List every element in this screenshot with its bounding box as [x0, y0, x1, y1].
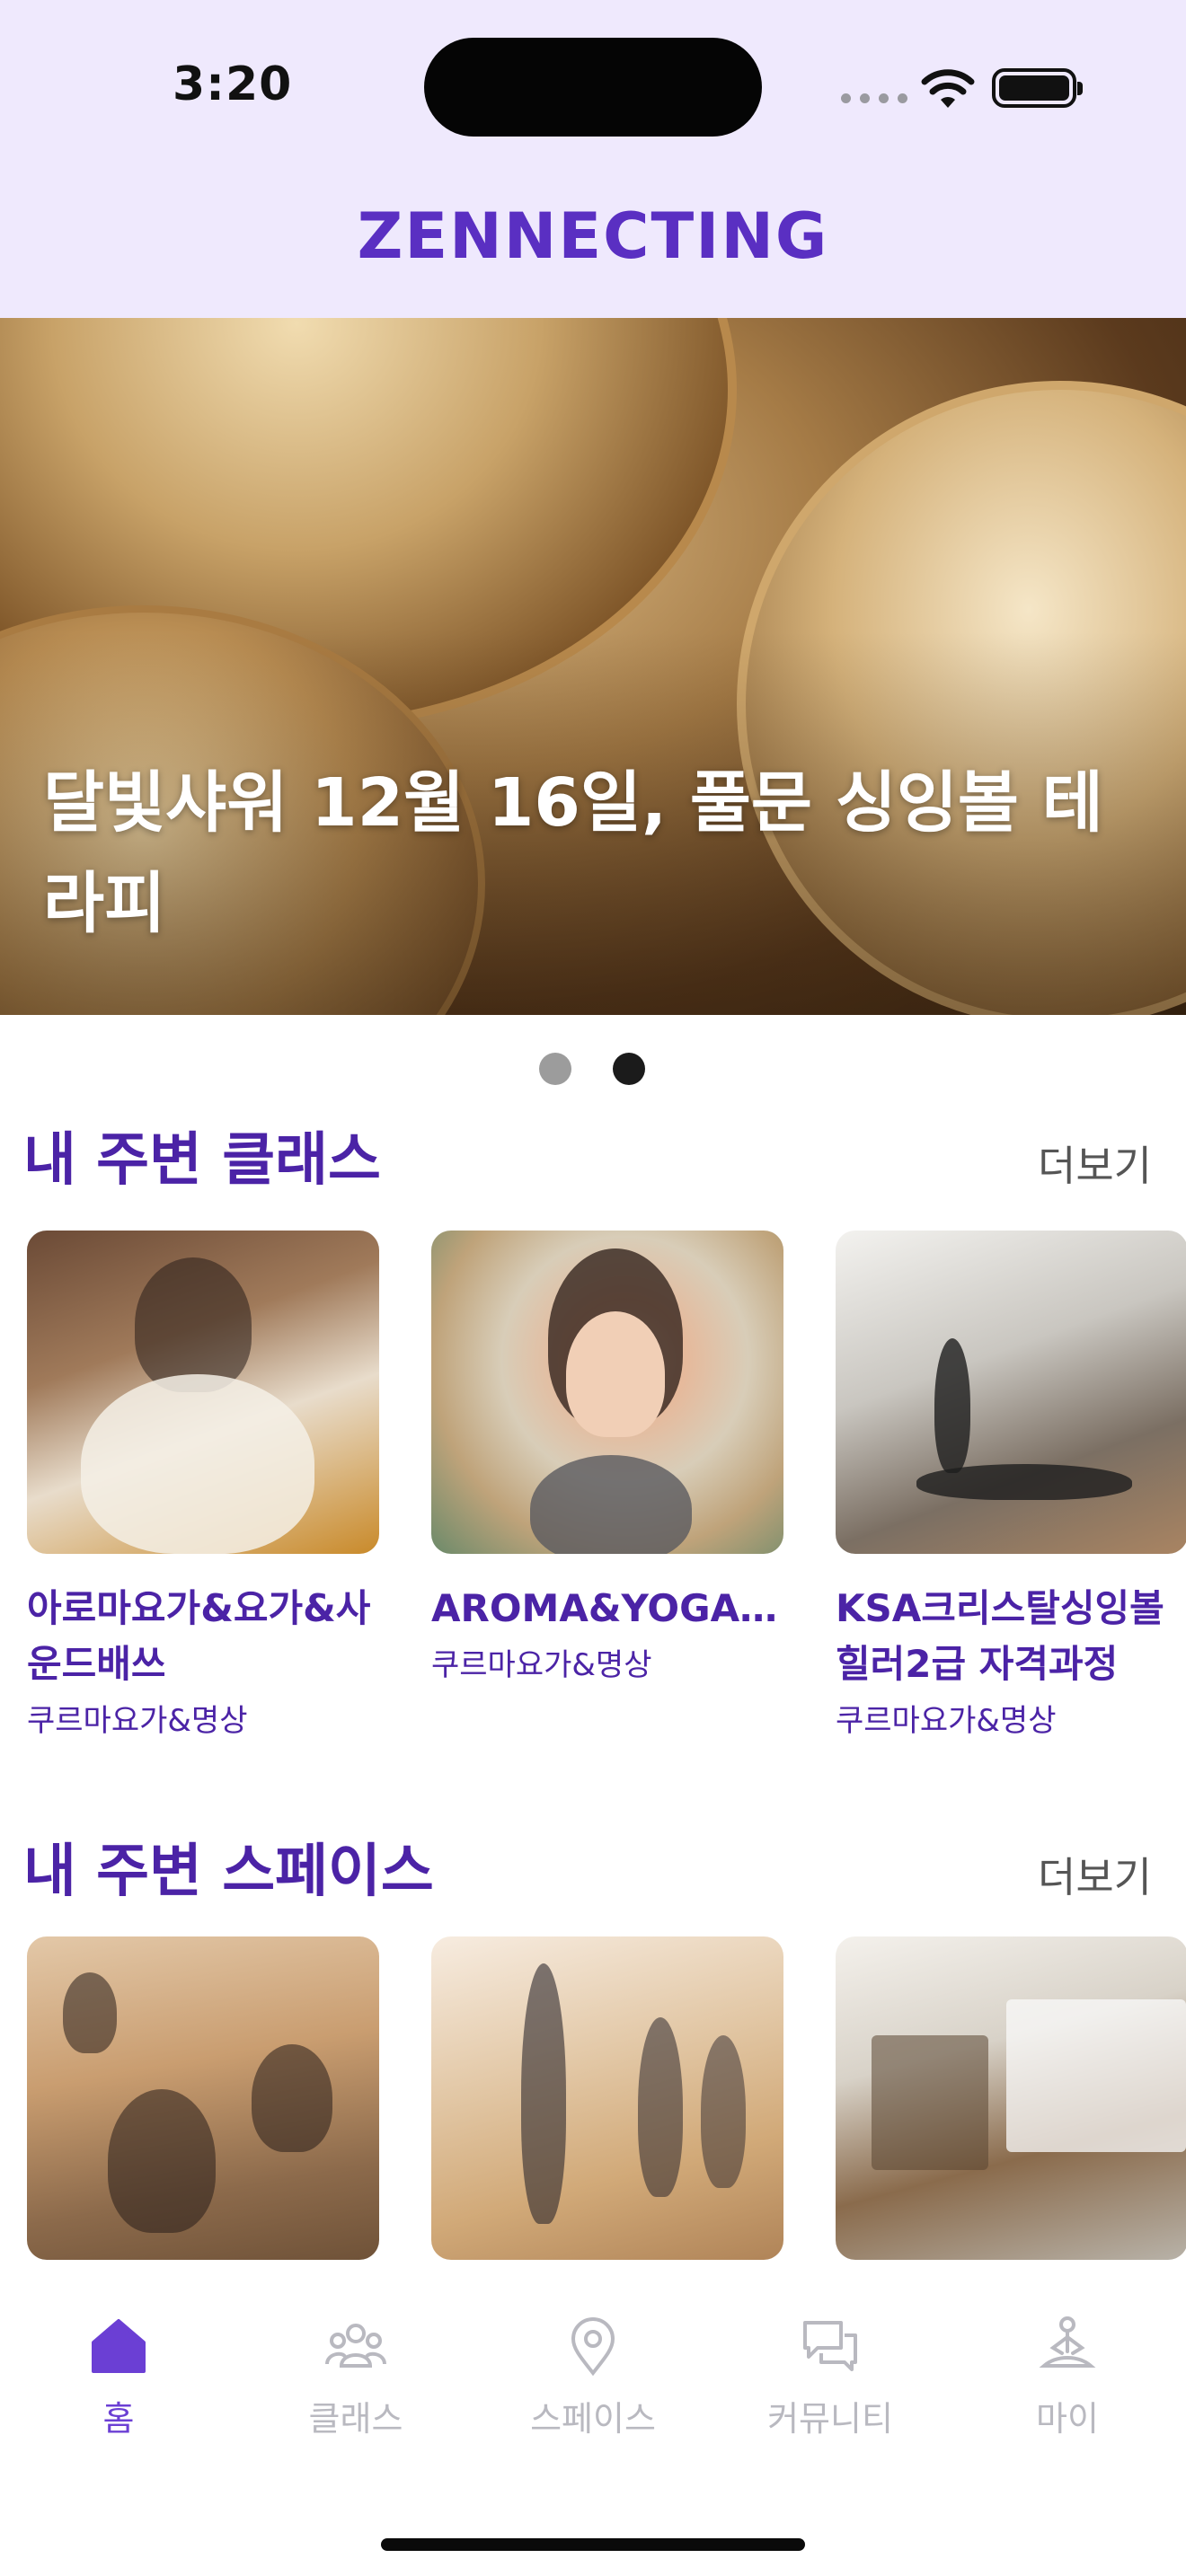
- class-card-title: 아로마요가&요가&사운드배쓰: [27, 1586, 371, 1686]
- tab-label: 커뮤니티: [767, 2399, 893, 2439]
- space-thumbnail: [27, 1936, 379, 2260]
- carousel-pager: [539, 1053, 645, 1085]
- app-header: 3:20 ZENNECTING: [0, 0, 1186, 318]
- pager-dot-1[interactable]: [539, 1053, 571, 1085]
- meditation-person-icon: [1039, 2316, 1096, 2368]
- classes-more-link[interactable]: 더보기: [1038, 1134, 1152, 1193]
- chat-bubbles-icon: [803, 2321, 857, 2371]
- people-icon: [325, 2324, 386, 2368]
- tab-spaces[interactable]: 스페이스: [503, 2314, 683, 2440]
- tab-home[interactable]: 홈: [29, 2314, 208, 2440]
- home-indicator[interactable]: [381, 2538, 805, 2551]
- class-card[interactable]: 아로마요가&요가&사운드배쓰 쿠르마요가&명상: [27, 1231, 379, 1740]
- space-thumbnail: [431, 1936, 783, 2260]
- space-card[interactable]: [431, 1936, 783, 2260]
- dynamic-island: [424, 38, 762, 137]
- tab-classes[interactable]: 클래스: [266, 2314, 446, 2440]
- cellular-signal-icon: [841, 93, 907, 103]
- tab-community[interactable]: 커뮤니티: [740, 2314, 920, 2440]
- pager-dot-2[interactable]: [613, 1053, 645, 1085]
- class-thumbnail: [431, 1231, 783, 1554]
- class-card-subtitle: 쿠르마요가&명상: [27, 1703, 248, 1739]
- hero-title: 달빛샤워 12월 16일, 풀문 싱잉볼 테라피: [43, 764, 1103, 942]
- tab-label: 클래스: [308, 2399, 403, 2439]
- bottom-tab-bar: 홈 클래스 스페이스 커뮤니티 마이: [0, 2281, 1186, 2576]
- space-card[interactable]: [27, 1936, 379, 2260]
- tab-label: 홈: [102, 2399, 135, 2439]
- home-icon: [92, 2319, 146, 2373]
- class-thumbnail: [27, 1231, 379, 1554]
- class-card[interactable]: KSA크리스탈싱잉볼힐러2급 자격과정 쿠르마요가&명상: [836, 1231, 1186, 1740]
- space-thumbnail: [836, 1936, 1186, 2260]
- tab-label: 마이: [1036, 2399, 1099, 2439]
- class-thumbnail: [836, 1231, 1186, 1554]
- brand-logo: ZENNECTING: [357, 199, 829, 273]
- section-title-spaces: 내 주변 스페이스: [23, 1839, 434, 1905]
- spaces-more-link[interactable]: 더보기: [1038, 1845, 1152, 1904]
- tab-label: 스페이스: [530, 2399, 656, 2439]
- status-time: 3:20: [173, 57, 293, 111]
- location-pin-icon: [571, 2317, 615, 2377]
- battery-icon: [992, 68, 1083, 108]
- class-card-title: AROMA&YOGA&SOUNDBATH C...: [431, 1586, 783, 1630]
- class-card-subtitle: 쿠르마요가&명상: [431, 1647, 652, 1683]
- tab-my[interactable]: 마이: [978, 2314, 1157, 2440]
- space-card[interactable]: [836, 1936, 1186, 2260]
- class-card[interactable]: AROMA&YOGA&SOUNDBATH C... 쿠르마요가&명상: [431, 1231, 783, 1684]
- class-card-subtitle: 쿠르마요가&명상: [836, 1703, 1057, 1739]
- hero-banner[interactable]: 달빛샤워 12월 16일, 풀문 싱잉볼 테라피: [0, 318, 1186, 1015]
- class-card-title: KSA크리스탈싱잉볼힐러2급 자격과정: [836, 1586, 1164, 1686]
- section-title-classes: 내 주변 클래스: [23, 1127, 381, 1194]
- wifi-icon: [921, 69, 975, 108]
